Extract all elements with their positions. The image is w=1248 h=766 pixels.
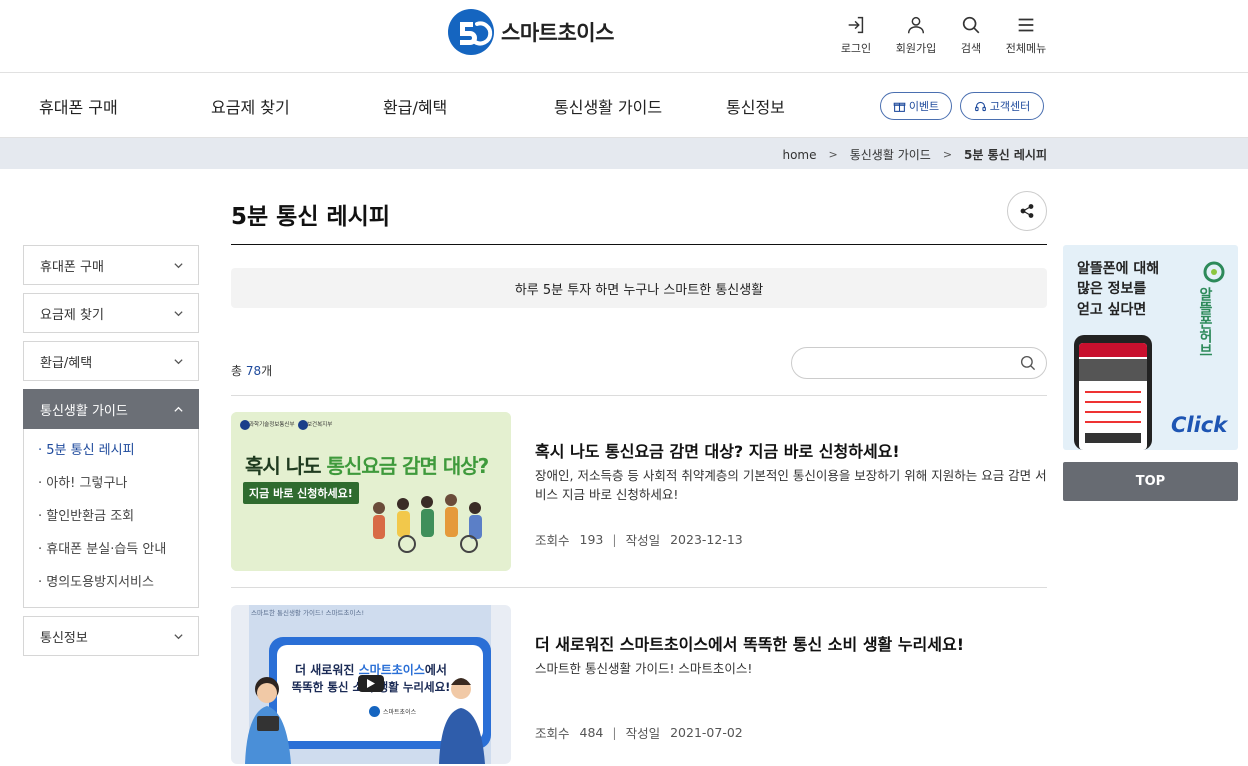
search-input[interactable] [806, 348, 1016, 378]
chevron-down-icon [174, 634, 183, 640]
logo-mark-icon [448, 9, 494, 55]
post-views: 193 [579, 532, 604, 547]
signup-label: 회원가입 [895, 42, 937, 55]
breadcrumb-bar: home > 통신생활 가이드 > 5분 통신 레시피 [0, 138, 1248, 169]
side-nav-item-info[interactable]: 통신정보 [23, 616, 199, 657]
post-thumbnail[interactable]: 스마트한 통신생활 가이드! 스마트초이스! 더 새로워진 스마트초이스에서 똑… [231, 605, 511, 764]
gnb-item-guide[interactable]: 통신생활 가이드 [554, 94, 662, 118]
total-count: 총 78개 [231, 364, 273, 378]
gnb-item-phone[interactable]: 휴대폰 구매 [39, 94, 118, 118]
banner-text: 알뜰폰에 대해 많은 정보를 얻고 싶다면 [1077, 261, 1160, 318]
post-description: 스마트한 통신생활 가이드! 스마트초이스! [535, 661, 753, 676]
side-nav-label: 통신생활 가이드 [40, 403, 128, 419]
event-button[interactable]: 이벤트 [880, 92, 952, 120]
banner-brand: 알뜰폰허브 [1197, 287, 1213, 357]
post-item[interactable]: 스마트한 통신생활 가이드! 스마트초이스! 더 새로워진 스마트초이스에서 똑… [231, 605, 1047, 766]
share-button[interactable] [1007, 191, 1047, 231]
login-icon [848, 16, 864, 34]
thumb-org1: 과학기술정보통신부 [249, 422, 295, 428]
side-nav-label: 통신정보 [40, 630, 88, 646]
post-meta: 조회수 484 | 작성일 2021-07-02 [535, 725, 743, 741]
title-divider [231, 244, 1047, 245]
breadcrumb-home[interactable]: home [782, 148, 816, 162]
post-title[interactable]: 더 새로워진 스마트초이스에서 똑똑한 통신 소비 생활 누리세요! [535, 631, 964, 655]
site-logo[interactable]: 스마트초이스 [447, 8, 614, 56]
thumb-subhead: 지금 바로 신청하세요! [243, 482, 359, 504]
side-nav-sub-lost-phone[interactable]: · 휴대폰 분실·습득 안내 [24, 534, 198, 567]
search-label: 검색 [960, 42, 982, 55]
banner-click: Click [1171, 413, 1228, 437]
mvno-hub-banner[interactable]: 알뜰폰에 대해 많은 정보를 얻고 싶다면 알뜰폰허브 Click [1063, 245, 1238, 450]
intro-notice: 하루 5분 투자 하면 누구나 스마트한 통신생활 [231, 268, 1047, 308]
list-divider [231, 395, 1047, 396]
side-nav-sub-discount[interactable]: · 할인반환금 조회 [24, 501, 198, 534]
thumb-headline: 혹시 나도 통신요금 감면 대상? [245, 454, 489, 478]
site-header: 스마트초이스 로그인 회원가입 검색 전체메뉴 [0, 0, 1248, 73]
scroll-top-button[interactable]: TOP [1063, 462, 1238, 501]
share-icon [1020, 204, 1034, 218]
post-date: 2023-12-13 [670, 532, 743, 547]
people-illustration [245, 675, 485, 764]
signup-link[interactable]: 회원가입 [886, 14, 946, 56]
side-nav-item-guide[interactable]: 통신생활 가이드 [23, 389, 199, 429]
post-title[interactable]: 혹시 나도 통신요금 감면 대상? 지금 바로 신청하세요! [535, 438, 900, 462]
post-thumbnail[interactable]: 과학기술정보통신부 보건복지부 혹시 나도 통신요금 감면 대상? 지금 바로 … [231, 412, 511, 571]
side-nav-sub-identity[interactable]: · 명의도용방지서비스 [24, 567, 198, 600]
post-description: 장애인, 저소득층 등 사회적 취약계층의 기본적인 통신이용을 보장하기 위해… [535, 468, 1047, 503]
phone-illustration [1074, 335, 1152, 450]
side-nav: 휴대폰 구매 요금제 찾기 환급/혜택 통신생활 가이드 · 5분 통신 레시피… [23, 245, 199, 664]
chevron-right-icon: > [828, 148, 838, 161]
chevron-right-icon: > [942, 148, 953, 161]
hub-logo-icon [1203, 261, 1225, 283]
side-nav-label: 환급/혜택 [40, 355, 93, 371]
search-icon[interactable] [1019, 354, 1037, 372]
search-link[interactable]: 검색 [941, 14, 1001, 56]
side-nav-label: 휴대폰 구매 [40, 259, 104, 275]
global-nav: 휴대폰 구매 요금제 찾기 환급/혜택 통신생활 가이드 통신정보 이벤트 고객… [0, 73, 1248, 138]
logo-text: 스마트초이스 [501, 21, 614, 45]
chevron-down-icon [174, 358, 183, 364]
search-icon [962, 16, 980, 34]
gnb-item-plan[interactable]: 요금제 찾기 [211, 94, 290, 118]
menu-icon [1018, 18, 1034, 32]
login-label: 로그인 [840, 42, 872, 55]
login-link[interactable]: 로그인 [826, 14, 886, 56]
post-date: 2021-07-02 [670, 725, 743, 740]
chevron-down-icon [174, 310, 183, 316]
support-button[interactable]: 고객센터 [960, 92, 1044, 120]
side-nav-sub-aha[interactable]: · 아하! 그렇구나 [24, 468, 198, 501]
user-icon [907, 16, 925, 34]
post-meta: 조회수 193 | 작성일 2023-12-13 [535, 532, 743, 548]
side-nav-item-refund[interactable]: 환급/혜택 [23, 341, 199, 381]
side-nav-item-phone[interactable]: 휴대폰 구매 [23, 245, 199, 285]
side-nav-label: 요금제 찾기 [40, 307, 104, 323]
support-label: 고객센터 [989, 100, 1031, 113]
side-nav-submenu: · 5분 통신 레시피 · 아하! 그렇구나 · 할인반환금 조회 · 휴대폰 … [23, 429, 199, 609]
side-nav-item-plan[interactable]: 요금제 찾기 [23, 293, 199, 333]
gift-icon [893, 102, 906, 112]
chevron-up-icon [174, 406, 183, 412]
event-label: 이벤트 [908, 100, 940, 113]
page-title: 5분 통신 레시피 [231, 204, 390, 230]
total-number: 78 [245, 364, 262, 378]
headset-icon [974, 101, 986, 111]
all-menu-link[interactable]: 전체메뉴 [996, 14, 1056, 56]
gnb-item-refund[interactable]: 환급/혜택 [383, 94, 447, 118]
breadcrumb: home > 통신생활 가이드 > 5분 통신 레시피 [782, 146, 1047, 163]
search-box [791, 347, 1047, 379]
side-nav-sub-recipe[interactable]: · 5분 통신 레시피 [24, 435, 198, 468]
chevron-down-icon [174, 262, 183, 268]
thumb-org2: 보건복지부 [307, 422, 333, 428]
gnb-item-info[interactable]: 통신정보 [726, 94, 785, 118]
all-menu-label: 전체메뉴 [1005, 42, 1047, 55]
post-views: 484 [579, 725, 604, 740]
post-item[interactable]: 과학기술정보통신부 보건복지부 혹시 나도 통신요금 감면 대상? 지금 바로 … [231, 412, 1047, 588]
breadcrumb-current: 5분 통신 레시피 [964, 148, 1047, 162]
breadcrumb-parent[interactable]: 통신생활 가이드 [850, 146, 931, 163]
